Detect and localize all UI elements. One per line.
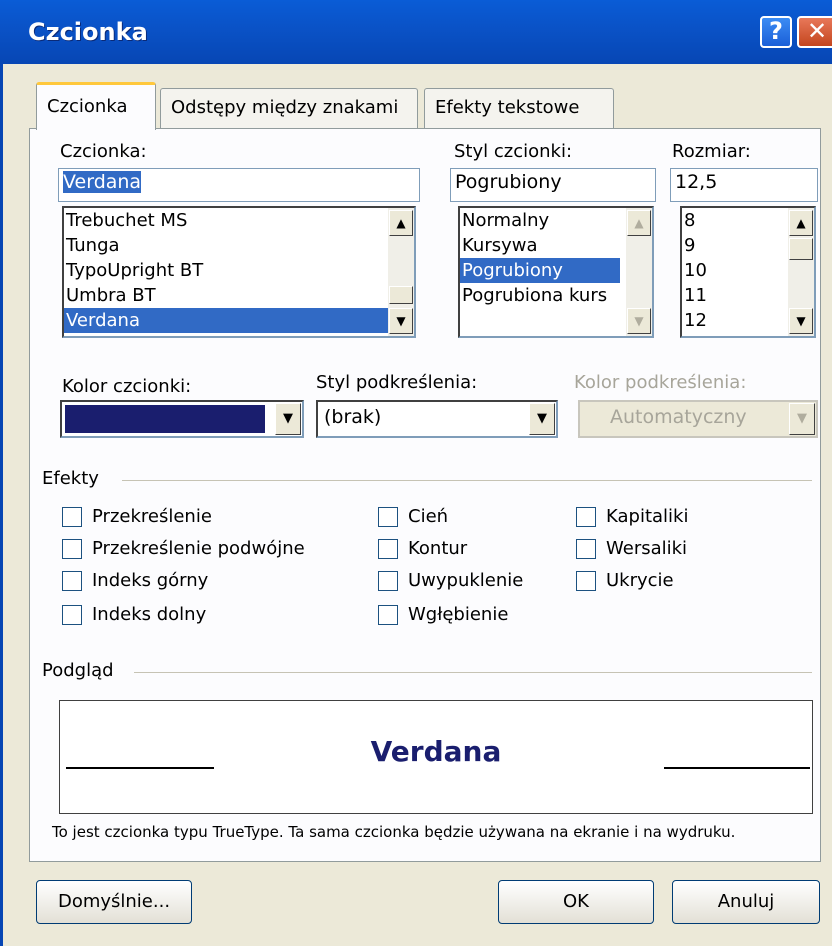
font-name-input[interactable]: Verdana	[58, 168, 420, 202]
size-label: Rozmiar:	[672, 141, 751, 162]
checkbox-box[interactable]	[62, 506, 82, 527]
ok-button[interactable]: OK	[498, 880, 654, 924]
preview-sample-text: Verdana	[370, 735, 502, 768]
list-item[interactable]: Trebuchet MS	[64, 208, 414, 233]
font-color-select[interactable]: ▼	[60, 400, 304, 438]
list-item[interactable]: TypoUpright BT	[64, 258, 414, 283]
checkbox-shadow[interactable]: Cień	[378, 506, 448, 527]
scroll-down-arrow-icon: ▼	[627, 308, 651, 334]
tab-text-effects[interactable]: Efekty tekstowe	[424, 88, 614, 128]
font-style-label: Styl czcionki:	[454, 141, 573, 162]
underline-color-select: Automatyczny ▼	[578, 400, 818, 438]
help-button[interactable]: ?	[760, 16, 792, 48]
checkbox-box[interactable]	[378, 506, 398, 527]
list-item-selected[interactable]: Verdana	[64, 308, 414, 333]
size-input[interactable]: 12,5	[670, 168, 818, 202]
checkbox-subscript[interactable]: Indeks dolny	[62, 604, 206, 625]
list-item[interactable]: Umbra BT	[64, 283, 414, 308]
title-bar: Czcionka ? ✕	[0, 0, 832, 64]
underline-style-label: Styl podkreślenia:	[316, 372, 478, 393]
font-list[interactable]: Trebuchet MS Tunga TypoUpright BT Umbra …	[62, 206, 416, 338]
scroll-up-arrow-icon[interactable]: ▲	[789, 210, 813, 236]
scroll-down-arrow-icon[interactable]: ▼	[789, 308, 813, 334]
list-item[interactable]: Kursywa	[460, 233, 652, 258]
close-button[interactable]: ✕	[797, 16, 832, 48]
checkbox-box[interactable]	[576, 570, 596, 591]
preview-baseline-right	[664, 767, 810, 769]
list-item[interactable]: Pogrubiona kurs	[460, 283, 652, 308]
font-style-list[interactable]: Normalny Kursywa Pogrubiony Pogrubiona k…	[458, 206, 654, 338]
tab-font[interactable]: Czcionka	[36, 82, 156, 130]
checkbox-emboss[interactable]: Uwypuklenie	[378, 570, 523, 591]
size-list[interactable]: 8 9 10 11 12 ▲ ▼	[680, 206, 816, 338]
font-label: Czcionka:	[60, 141, 147, 162]
font-name-value: Verdana	[63, 171, 142, 193]
checkbox-strikethrough[interactable]: Przekreślenie	[62, 506, 212, 527]
scroll-thumb[interactable]	[389, 286, 413, 304]
checkbox-box[interactable]	[62, 604, 82, 625]
color-swatch	[65, 405, 265, 433]
list-item[interactable]: Tunga	[64, 233, 414, 258]
checkbox-box[interactable]	[576, 506, 596, 527]
list-item-selected[interactable]: Pogrubiony	[460, 258, 620, 283]
effects-title: Efekty	[42, 468, 99, 489]
checkbox-outline[interactable]: Kontur	[378, 538, 467, 559]
scroll-thumb[interactable]	[789, 238, 813, 260]
scroll-up-arrow-icon: ▲	[627, 210, 651, 236]
checkbox-box[interactable]	[378, 604, 398, 625]
underline-style-select[interactable]: (brak) ▼	[316, 400, 558, 438]
checkbox-small-caps[interactable]: Kapitaliki	[576, 506, 688, 527]
checkbox-box[interactable]	[62, 570, 82, 591]
default-button[interactable]: Domyślnie...	[36, 880, 192, 924]
chevron-down-icon[interactable]: ▼	[275, 403, 301, 435]
checkbox-all-caps[interactable]: Wersaliki	[576, 538, 687, 559]
checkbox-box[interactable]	[378, 570, 398, 591]
truetype-note: To jest czcionka typu TrueType. Ta sama …	[52, 823, 736, 841]
scroll-up-arrow-icon[interactable]: ▲	[389, 210, 413, 236]
chevron-down-icon[interactable]: ▼	[529, 403, 555, 435]
checkbox-superscript[interactable]: Indeks górny	[62, 570, 208, 591]
effects-divider	[122, 480, 812, 481]
preview-title: Podgląd	[42, 660, 114, 681]
list-item[interactable]: Normalny	[460, 208, 652, 233]
cancel-button[interactable]: Anuluj	[672, 880, 820, 924]
checkbox-engrave[interactable]: Wgłębienie	[378, 604, 508, 625]
tab-character-spacing[interactable]: Odstępy między znakami	[160, 88, 418, 128]
underline-color-label: Kolor podkreślenia:	[574, 372, 747, 393]
checkbox-box[interactable]	[576, 538, 596, 559]
checkbox-double-strikethrough[interactable]: Przekreślenie podwójne	[62, 538, 305, 559]
checkbox-hidden[interactable]: Ukrycie	[576, 570, 674, 591]
font-preview: Verdana	[59, 700, 813, 814]
style-list-scrollbar: ▲ ▼	[626, 208, 652, 336]
window-title: Czcionka	[28, 18, 148, 46]
size-list-scrollbar[interactable]: ▲ ▼	[788, 208, 814, 336]
underline-color-value: Automatyczny	[610, 406, 747, 428]
font-list-scrollbar[interactable]: ▲ ▼	[388, 208, 414, 336]
checkbox-box[interactable]	[62, 538, 82, 559]
font-style-input[interactable]: Pogrubiony	[450, 168, 656, 202]
chevron-down-icon: ▼	[789, 403, 815, 435]
checkbox-box[interactable]	[378, 538, 398, 559]
preview-divider	[134, 672, 812, 673]
font-color-label: Kolor czcionki:	[62, 376, 192, 397]
underline-style-value: (brak)	[324, 406, 382, 428]
scroll-down-arrow-icon[interactable]: ▼	[389, 308, 413, 334]
